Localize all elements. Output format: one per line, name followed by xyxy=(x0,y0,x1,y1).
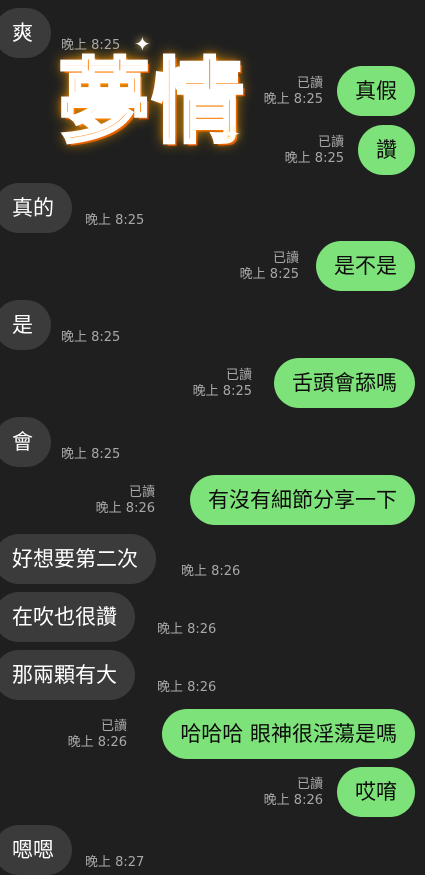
message-meta: 已讀 晚上 8:25 xyxy=(264,76,323,108)
message-bubble[interactable]: 哈哈哈 眼神很淫蕩是嗎 xyxy=(162,709,415,759)
message-incoming[interactable]: 嗯嗯 晚上 8:27 xyxy=(0,825,425,875)
message-bubble[interactable]: 那兩顆有大 xyxy=(0,650,135,700)
message-bubble[interactable]: 真假 xyxy=(337,66,415,116)
message-meta: 已讀 晚上 8:25 xyxy=(240,251,299,283)
message-bubble[interactable]: 哎唷 xyxy=(337,767,415,817)
message-time: 晚上 8:26 xyxy=(95,501,155,516)
message-bubble[interactable]: 讚 xyxy=(358,125,415,175)
message-incoming[interactable]: 真的 晚上 8:25 xyxy=(0,183,425,233)
message-bubble[interactable]: 真的 xyxy=(0,183,72,233)
message-outgoing[interactable]: 已讀 晚上 8:25 舌頭會舔嗎 xyxy=(0,358,425,408)
message-incoming[interactable]: 會 晚上 8:25 xyxy=(0,417,425,467)
message-bubble[interactable]: 嗯嗯 xyxy=(0,825,72,875)
message-outgoing[interactable]: 已讀 晚上 8:25 是不是 xyxy=(0,241,425,291)
message-time: 晚上 8:25 xyxy=(61,330,121,345)
message-incoming[interactable]: 是 晚上 8:25 xyxy=(0,300,425,350)
message-bubble[interactable]: 舌頭會舔嗎 xyxy=(274,358,415,408)
message-meta: 已讀 晚上 8:25 xyxy=(193,368,252,400)
message-time: 晚上 8:26 xyxy=(263,793,323,808)
read-receipt: 已讀 xyxy=(128,485,155,500)
chat-area[interactable]: 爽 晚上 8:25 夢情 ✦ ✦ 已讀 晚上 8:25 真假 已讀 晚上 8:2… xyxy=(0,0,425,875)
message-time: 晚上 8:25 xyxy=(263,92,323,107)
message-outgoing[interactable]: 已讀 晚上 8:25 真假 xyxy=(0,66,425,116)
message-bubble[interactable]: 會 xyxy=(0,417,51,467)
read-receipt: 已讀 xyxy=(296,76,323,91)
message-time: 晚上 8:25 xyxy=(284,151,344,166)
sparkle-icon: ✦ xyxy=(134,32,151,56)
message-outgoing[interactable]: 已讀 晚上 8:25 讚 xyxy=(0,125,425,175)
message-bubble[interactable]: 有沒有細節分享一下 xyxy=(190,475,415,525)
message-bubble[interactable]: 在吹也很讚 xyxy=(0,592,135,642)
message-meta: 已讀 晚上 8:26 xyxy=(68,719,127,751)
message-time: 晚上 8:26 xyxy=(67,735,127,750)
message-incoming[interactable]: 在吹也很讚 晚上 8:26 xyxy=(0,592,425,642)
message-time: 晚上 8:25 xyxy=(239,267,299,282)
read-receipt: 已讀 xyxy=(317,135,344,150)
message-meta: 已讀 晚上 8:25 xyxy=(285,135,344,167)
message-time: 晚上 8:26 xyxy=(157,680,217,695)
message-bubble[interactable]: 是不是 xyxy=(316,241,415,291)
read-receipt: 已讀 xyxy=(296,777,323,792)
message-incoming[interactable]: 那兩顆有大 晚上 8:26 xyxy=(0,650,425,700)
read-receipt: 已讀 xyxy=(100,719,127,734)
message-meta: 已讀 晚上 8:26 xyxy=(264,777,323,809)
message-time: 晚上 8:25 xyxy=(85,213,145,228)
message-outgoing[interactable]: 已讀 晚上 8:26 哎唷 xyxy=(0,767,425,817)
message-bubble[interactable]: 是 xyxy=(0,300,51,350)
message-time: 晚上 8:26 xyxy=(157,622,217,637)
message-time: 晚上 8:25 xyxy=(61,447,121,462)
read-receipt: 已讀 xyxy=(225,368,252,383)
message-outgoing[interactable]: 已讀 晚上 8:26 哈哈哈 眼神很淫蕩是嗎 xyxy=(0,709,425,759)
message-bubble[interactable]: 好想要第二次 xyxy=(0,534,156,584)
message-time: 晚上 8:25 xyxy=(192,384,252,399)
message-outgoing[interactable]: 已讀 晚上 8:26 有沒有細節分享一下 xyxy=(0,475,425,525)
message-time: 晚上 8:26 xyxy=(181,564,241,579)
message-meta: 已讀 晚上 8:26 xyxy=(96,485,155,517)
read-receipt: 已讀 xyxy=(272,251,299,266)
message-incoming[interactable]: 好想要第二次 晚上 8:26 xyxy=(0,534,425,584)
